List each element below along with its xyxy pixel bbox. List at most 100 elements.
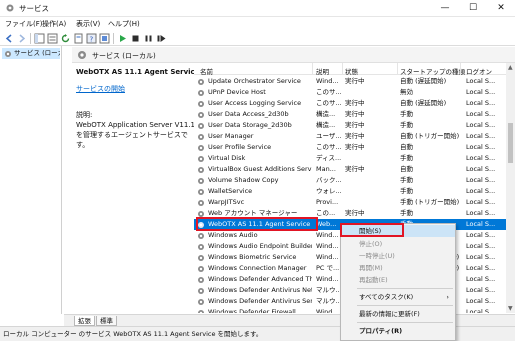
back-arrow-icon[interactable] — [4, 33, 15, 44]
menu-file[interactable]: ファイル(F) — [5, 19, 43, 29]
scroll-down-icon[interactable]: ▼ — [508, 305, 513, 312]
service-logon-cell: Local S... — [466, 121, 496, 129]
service-startup-cell: 自動 (トリガー開始) — [400, 132, 460, 140]
gear-icon — [198, 189, 204, 195]
service-row[interactable]: User Profile Service このサ... 実行中 自動 Local S..… — [194, 142, 506, 153]
column-divider[interactable] — [312, 63, 313, 75]
service-desc-cell: このサ... — [316, 143, 342, 151]
service-logon-cell: Local S... — [466, 253, 496, 261]
service-row[interactable]: WalletService ウォレ... 手動 Local S... — [194, 186, 506, 197]
service-row[interactable]: User Data Access_2d30b 構造... 実行中 手動 Local S.… — [194, 109, 506, 120]
service-name-cell: WalletService — [208, 187, 253, 195]
gear-icon — [198, 79, 204, 85]
service-details-pane: WebOTX AS 11.1 Agent Service サービスの開始 説明:… — [72, 63, 199, 313]
gear-icon — [198, 156, 204, 162]
service-row[interactable]: VirtualBox Guest Additions Service Man...… — [194, 164, 506, 175]
service-row[interactable]: Volume Shadow Copy バック... 手動 Local S... — [194, 175, 506, 186]
gear-icon — [198, 178, 204, 184]
service-startup-cell: 自動 (遅延開始) — [400, 99, 447, 107]
service-row[interactable]: UPnP Device Host このサ... 無効 Local S... — [194, 87, 506, 98]
gear-icon — [198, 145, 204, 151]
selected-service-highlight-box — [196, 217, 318, 231]
column-logon[interactable]: ログオン — [466, 66, 492, 76]
tree-item-label: サービス (ローカル) — [14, 49, 60, 57]
context-menu-item[interactable]: 最新の情報に更新(F) — [341, 308, 455, 320]
service-row[interactable]: User Access Logging Service このサ... 実行中 自動 (… — [194, 98, 506, 109]
toolbar-divider — [113, 33, 114, 44]
service-row[interactable]: Virtual Disk ディス... 手動 Local S... — [194, 153, 506, 164]
minimize-button[interactable]: — — [431, 0, 459, 17]
context-menu-item[interactable]: 再開(M) — [341, 262, 455, 274]
context-menu-item[interactable]: 一時停止(U) — [341, 250, 455, 262]
close-button[interactable]: ✕ — [487, 0, 515, 17]
context-menu-item-label: 再起動(E) — [359, 276, 388, 284]
refresh-icon[interactable] — [60, 33, 71, 44]
scrollbar-thumb[interactable] — [508, 123, 513, 163]
service-name-cell: Update Orchestrator Service — [208, 77, 301, 85]
service-logon-cell: Local S... — [466, 132, 496, 140]
service-name-cell: UPnP Device Host — [208, 88, 266, 96]
list-view-icon[interactable] — [47, 33, 58, 44]
gear-icon — [198, 299, 204, 305]
context-menu-item[interactable]: 停止(O) — [341, 238, 455, 250]
gear-icon — [198, 90, 204, 96]
context-menu-item-label: 一時停止(U) — [359, 252, 395, 260]
menu-view[interactable]: 表示(V) — [76, 19, 100, 29]
column-startup-type[interactable]: スタートアップの種類 — [400, 66, 465, 76]
service-logon-cell: Local S... — [466, 286, 496, 294]
column-description[interactable]: 説明 — [316, 66, 329, 76]
service-desc-cell: このサ... — [316, 88, 342, 96]
service-desc-cell: Wind... — [316, 253, 339, 261]
gear-icon — [198, 200, 204, 206]
forward-arrow-icon[interactable] — [16, 33, 27, 44]
column-divider[interactable] — [342, 63, 343, 75]
service-desc-cell: Wind... — [316, 275, 339, 283]
vertical-scrollbar[interactable]: ▲ ▼ — [506, 63, 515, 313]
export-list-icon[interactable] — [73, 33, 84, 44]
gear-icon — [198, 112, 204, 118]
toolbar-divider — [30, 33, 31, 44]
service-logon-cell: Local S... — [466, 99, 496, 107]
service-logon-cell: Local S... — [466, 77, 496, 85]
service-status-cell: 実行中 — [345, 132, 365, 140]
scroll-up-icon[interactable]: ▲ — [508, 64, 513, 71]
pause-service-icon[interactable] — [143, 33, 154, 44]
tab-extended[interactable]: 拡張 — [74, 316, 95, 326]
show-hide-tree-icon[interactable] — [34, 33, 45, 44]
context-menu-item[interactable]: すべてのタスク(K) › — [341, 291, 455, 303]
maximize-button[interactable]: ☐ — [459, 0, 487, 17]
gear-icon — [198, 277, 204, 283]
context-menu-item[interactable]: 再起動(E) — [341, 274, 455, 286]
service-row[interactable]: Update Orchestrator Service Wind... 実行中 自動 … — [194, 76, 506, 87]
menu-action[interactable]: 操作(A) — [42, 19, 66, 29]
menu-help[interactable]: ヘルプ(H) — [108, 19, 140, 29]
tab-standard[interactable]: 標準 — [96, 316, 117, 326]
restart-service-icon[interactable] — [156, 33, 167, 44]
service-row[interactable]: User Data Storage_2d30b 構造... 実行中 手動 Local S… — [194, 120, 506, 131]
service-logon-cell: Local S... — [466, 209, 496, 217]
service-startup-cell: 手動 — [400, 176, 413, 184]
context-menu-item[interactable]: プロパティ(R) — [341, 325, 455, 337]
help-icon[interactable]: ? — [86, 33, 97, 44]
gear-icon — [198, 266, 204, 272]
service-logon-cell: Local S... — [466, 308, 496, 313]
start-menu-highlight-box — [340, 223, 404, 237]
column-divider[interactable] — [460, 63, 461, 75]
start-service-link[interactable]: サービスの開始 — [76, 84, 125, 94]
service-startup-cell: 自動 (遅延開始) — [400, 77, 447, 85]
service-startup-cell: 手動 (トリガー開始) — [400, 198, 460, 206]
service-row[interactable]: User Manager ユーザ... 実行中 自動 (トリガー開始) Local S.… — [194, 131, 506, 142]
service-logon-cell: Local S... — [466, 231, 496, 239]
service-row[interactable]: WarpJITSvc Provi... 手動 (トリガー開始) Local S... — [194, 197, 506, 208]
context-menu-separator — [357, 288, 453, 289]
properties-icon[interactable] — [99, 33, 110, 44]
column-status[interactable]: 状態 — [345, 66, 358, 76]
stop-service-icon[interactable] — [130, 33, 141, 44]
start-service-icon[interactable] — [117, 33, 128, 44]
column-name[interactable]: 名前 — [200, 66, 213, 76]
service-name-cell: Windows Defender Antivirus Ser... — [208, 297, 312, 305]
tree-item-services-local[interactable]: サービス (ローカル) — [2, 48, 60, 59]
column-divider[interactable] — [397, 63, 398, 75]
context-menu-item-label: 再開(M) — [359, 264, 383, 272]
title-bar: サービス — ☐ ✕ — [0, 0, 515, 17]
